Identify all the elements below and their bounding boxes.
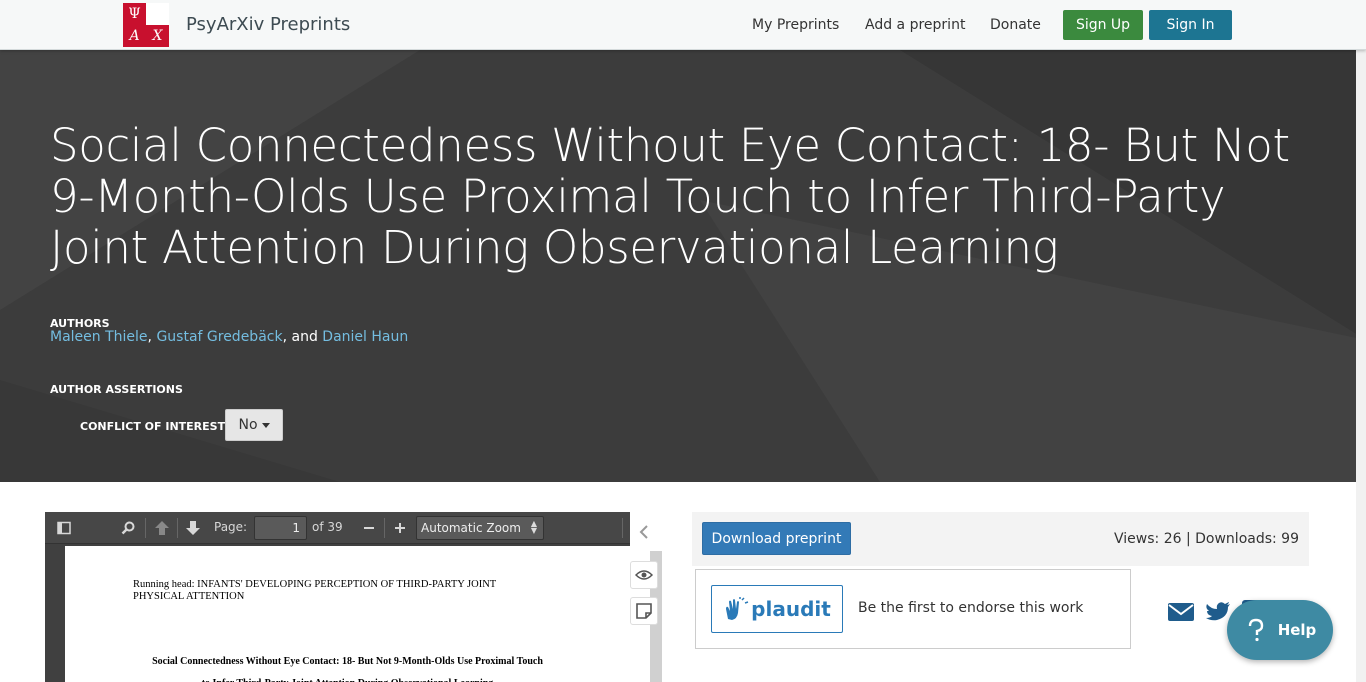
preprint-title: Social Connectedness Without Eye Contact… [50,119,1290,274]
search-icon[interactable] [120,520,136,536]
eye-icon [635,570,653,580]
sign-in-button[interactable]: Sign In [1149,10,1232,40]
toolbar-separator [177,518,178,538]
question-mark-icon [1248,618,1263,642]
zoom-out-icon[interactable] [361,520,377,536]
author-assertions-label: AUTHOR ASSERTIONS [50,383,183,396]
document-title: Social Connectedness Without Eye Contact… [65,651,630,682]
pdf-toolbar: Page: 1 of 39 Automatic Zoom ▲ ▼ [45,512,630,544]
zoom-select[interactable]: Automatic Zoom ▲ ▼ [416,516,544,540]
page-number-input[interactable]: 1 [254,516,307,540]
running-head-line: PHYSICAL ATTENTION [133,591,245,602]
logo-cell-blank [146,3,169,25]
sticky-note-icon [636,603,652,619]
author-separator: , and [282,329,323,345]
previous-page-icon[interactable] [154,520,170,536]
zoom-in-icon[interactable] [392,520,408,536]
preprint-header: Social Connectedness Without Eye Contact… [0,50,1366,482]
logo-cell-a: A [123,25,146,47]
nav-add-preprint[interactable]: Add a preprint [865,17,965,33]
annotation-note-button[interactable] [630,597,658,625]
logo-cell-x: X [146,25,169,47]
pdf-viewer[interactable]: Page: 1 of 39 Automatic Zoom ▲ ▼ Running … [45,512,630,682]
email-share-icon[interactable] [1166,597,1196,627]
nav-my-preprints[interactable]: My Preprints [752,17,839,33]
document-title-line: to Infer Third-Party Joint Attention Dur… [65,673,630,682]
navbar: Ψ A X PsyArXiv Preprints My Preprints Ad… [0,0,1366,50]
plaudit-logo-text: plaudit [751,597,831,621]
nav-donate[interactable]: Donate [990,17,1041,33]
views-downloads-stats: Views: 26 | Downloads: 99 [1114,531,1299,547]
sign-up-button[interactable]: Sign Up [1063,10,1143,40]
running-head: Running head: INFANTS' DEVELOPING PERCEP… [133,579,533,603]
author-link[interactable]: Gustaf Gredebäck [156,329,282,345]
conflict-of-interest-label: CONFLICT OF INTEREST [80,420,226,433]
author-link[interactable]: Daniel Haun [322,329,408,345]
next-page-icon[interactable] [185,520,201,536]
endorse-prompt: Be the first to endorse this work [858,600,1084,616]
collapse-chevron-left-icon[interactable] [638,524,650,540]
coi-value: No [238,417,258,433]
page-total: of 39 [312,520,343,534]
clapping-hands-icon [726,597,749,620]
zoom-value: Automatic Zoom [421,521,521,535]
toolbar-separator [145,518,146,538]
toolbar-separator [384,518,385,538]
caret-down-icon [261,422,270,428]
toolbar-separator [622,518,623,538]
download-preprint-button[interactable]: Download preprint [702,522,851,555]
pdf-page: Running head: INFANTS' DEVELOPING PERCEP… [65,546,630,682]
help-label: Help [1277,621,1317,639]
document-title-line: Social Connectedness Without Eye Contact… [152,656,543,667]
brand-name[interactable]: PsyArXiv Preprints [186,14,350,35]
page-label: Page: [214,520,248,534]
help-button[interactable]: Help [1227,600,1333,660]
sidebar-toggle-icon[interactable] [56,520,72,536]
annotation-visibility-button[interactable] [630,561,658,589]
author-link[interactable]: Maleen Thiele [50,329,148,345]
conflict-of-interest-dropdown[interactable]: No [225,409,283,441]
plaudit-endorse-button[interactable]: plaudit [711,585,843,633]
logo-cell-psi: Ψ [123,3,146,25]
page-scrollbar[interactable] [1356,0,1366,682]
running-head-line: Running head: INFANTS' DEVELOPING PERCEP… [133,579,497,590]
psyarxiv-logo-icon[interactable]: Ψ A X [123,3,169,47]
authors-list: Maleen Thiele, Gustaf Gredebäck, and Dan… [50,329,408,345]
select-arrows-icon: ▲ ▼ [530,519,537,535]
